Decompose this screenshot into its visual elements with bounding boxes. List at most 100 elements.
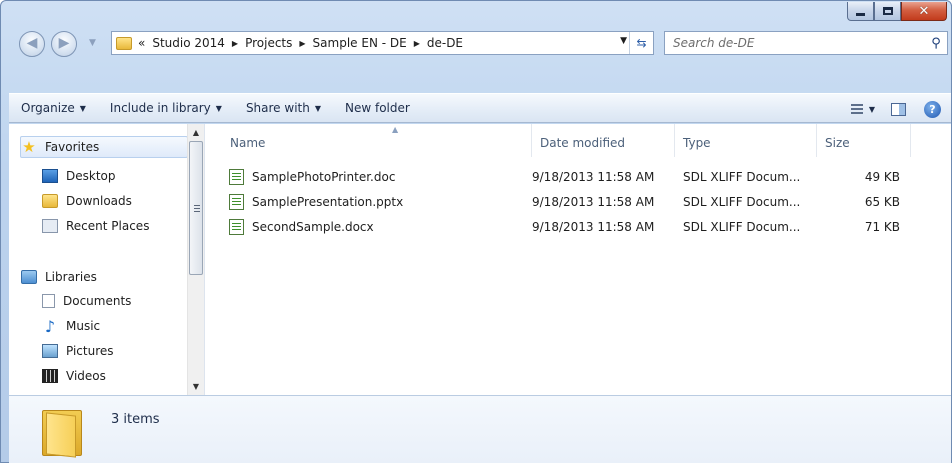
folder-icon xyxy=(116,36,132,50)
chevron-down-icon: ▼ xyxy=(314,103,321,113)
back-button[interactable]: ◀ xyxy=(19,31,45,57)
view-controls: ▼ ? xyxy=(850,94,951,124)
new-folder-button[interactable]: New folder xyxy=(333,101,422,115)
include-label: Include in library xyxy=(109,101,211,115)
nav-label: Music xyxy=(66,319,101,333)
file-name: SamplePresentation.pptx xyxy=(252,195,404,209)
file-date: 9/18/2013 11:58 AM xyxy=(532,220,655,234)
forward-arrow-icon: ▶ xyxy=(58,35,70,51)
file-name: SamplePhotoPrinter.doc xyxy=(252,170,396,184)
file-row[interactable]: SecondSample.docx 9/18/2013 11:58 AM SDL… xyxy=(222,216,922,238)
caption-buttons: ✕ xyxy=(847,2,947,21)
column-header-type[interactable]: Type xyxy=(675,124,817,157)
music-note-icon: ♪ xyxy=(44,316,56,336)
column-headers: Name ▲ Date modified Type Size xyxy=(206,124,951,157)
breadcrumb-projects[interactable]: Projects xyxy=(245,36,292,50)
address-bar[interactable]: « Studio 2014 ▶ Projects ▶ Sample EN - D… xyxy=(111,31,654,55)
item-count: 3 items xyxy=(111,412,160,427)
column-header-size[interactable]: Size xyxy=(817,124,911,157)
nav-item-desktop[interactable]: Desktop xyxy=(42,165,188,187)
desktop-icon xyxy=(42,169,58,183)
nav-item-libraries[interactable]: Libraries xyxy=(20,266,188,288)
nav-buttons: ◀ ▶ ▼ xyxy=(19,29,109,59)
breadcrumb-separator-icon[interactable]: ▶ xyxy=(414,39,420,48)
column-label: Type xyxy=(683,136,711,150)
xliff-file-icon xyxy=(229,194,244,210)
folder-icon xyxy=(42,406,82,458)
recent-places-icon xyxy=(42,219,58,233)
column-label: Name xyxy=(230,136,266,150)
close-button[interactable]: ✕ xyxy=(901,2,947,21)
nav-scrollbar[interactable]: ▲ ▼ xyxy=(187,124,204,395)
organize-button[interactable]: Organize ▼ xyxy=(9,101,98,115)
address-dropdown-icon[interactable]: ▼ xyxy=(620,36,627,46)
file-type: SDL XLIFF Docum... xyxy=(683,220,801,234)
file-size: 49 KB xyxy=(864,170,900,184)
nav-label: Favorites xyxy=(45,140,100,154)
nav-item-pictures[interactable]: Pictures xyxy=(42,340,188,362)
close-icon: ✕ xyxy=(918,3,930,19)
change-view-icon[interactable] xyxy=(850,104,863,114)
explorer-window: ✕ ◀ ▶ ▼ « Studio 2014 ▶ Projects ▶ Sampl… xyxy=(0,0,952,463)
breadcrumb-de-de[interactable]: de-DE xyxy=(427,36,463,50)
help-icon[interactable]: ? xyxy=(924,100,941,118)
nav-item-favorites[interactable]: ★ Favorites xyxy=(20,136,188,158)
explorer-body: ★ Favorites Desktop Downloads Recent Pla… xyxy=(9,124,951,395)
refresh-icon: ⇆ xyxy=(636,36,647,50)
search-box: ⚲ xyxy=(664,31,948,55)
forward-button[interactable]: ▶ xyxy=(51,31,77,57)
search-input[interactable] xyxy=(673,36,925,50)
scroll-up-arrow-icon[interactable]: ▲ xyxy=(188,124,204,141)
address-row: ◀ ▶ ▼ « Studio 2014 ▶ Projects ▶ Sample … xyxy=(19,29,951,59)
breadcrumb-overflow[interactable]: « xyxy=(138,36,145,50)
view-options-dropdown-icon[interactable]: ▼ xyxy=(869,105,875,114)
minimize-icon xyxy=(856,12,865,16)
column-header-date-modified[interactable]: Date modified xyxy=(532,124,675,157)
breadcrumb-sample-en-de[interactable]: Sample EN - DE xyxy=(313,36,407,50)
preview-pane-icon[interactable] xyxy=(891,102,906,116)
nav-label: Libraries xyxy=(45,270,97,284)
nav-label: Recent Places xyxy=(66,219,150,233)
share-with-button[interactable]: Share with ▼ xyxy=(234,101,333,115)
minimize-button[interactable] xyxy=(847,2,874,21)
maximize-icon xyxy=(882,7,893,15)
nav-label: Documents xyxy=(63,294,132,308)
details-pane: 3 items xyxy=(9,395,951,463)
xliff-file-icon xyxy=(229,169,244,185)
include-in-library-button[interactable]: Include in library ▼ xyxy=(98,101,234,115)
breadcrumb-separator-icon[interactable]: ▶ xyxy=(299,39,305,48)
nav-item-videos[interactable]: Videos xyxy=(42,365,188,387)
navigation-pane: ★ Favorites Desktop Downloads Recent Pla… xyxy=(9,124,205,395)
downloads-folder-icon xyxy=(42,194,58,208)
search-icon[interactable]: ⚲ xyxy=(925,36,947,51)
file-size: 65 KB xyxy=(864,195,900,209)
file-name: SecondSample.docx xyxy=(252,220,374,234)
breadcrumb-separator-icon[interactable]: ▶ xyxy=(232,39,238,48)
file-type: SDL XLIFF Docum... xyxy=(683,195,801,209)
nav-item-documents[interactable]: Documents xyxy=(42,290,188,312)
sort-ascending-icon: ▲ xyxy=(392,125,399,134)
breadcrumb-studio-2014[interactable]: Studio 2014 xyxy=(152,36,225,50)
chevron-down-icon: ▼ xyxy=(79,103,86,113)
chevron-down-icon: ▼ xyxy=(215,103,222,113)
organize-label: Organize xyxy=(21,101,75,115)
file-row[interactable]: SamplePresentation.pptx 9/18/2013 11:58 … xyxy=(222,191,922,213)
scroll-down-arrow-icon[interactable]: ▼ xyxy=(188,378,204,395)
nav-item-recent-places[interactable]: Recent Places xyxy=(42,215,188,237)
nav-label: Videos xyxy=(66,369,106,383)
file-row[interactable]: SamplePhotoPrinter.doc 9/18/2013 11:58 A… xyxy=(222,166,922,188)
scrollbar-thumb[interactable] xyxy=(189,141,203,275)
refresh-button[interactable]: ⇆ xyxy=(629,32,653,54)
nav-item-music[interactable]: ♪ Music xyxy=(42,315,188,337)
nav-label: Pictures xyxy=(66,344,114,358)
file-date: 9/18/2013 11:58 AM xyxy=(532,195,655,209)
command-bar: Organize ▼ Include in library ▼ Share with… xyxy=(9,93,951,123)
column-header-name[interactable]: Name ▲ xyxy=(222,124,532,157)
nav-item-downloads[interactable]: Downloads xyxy=(42,190,188,212)
libraries-icon xyxy=(21,270,37,284)
recent-pages-dropdown[interactable]: ▼ xyxy=(89,38,96,48)
grip-icon xyxy=(194,205,200,212)
maximize-button[interactable] xyxy=(874,2,901,21)
file-list-pane: Name ▲ Date modified Type Size SamplePho… xyxy=(206,124,951,395)
share-label: Share with xyxy=(245,101,310,115)
